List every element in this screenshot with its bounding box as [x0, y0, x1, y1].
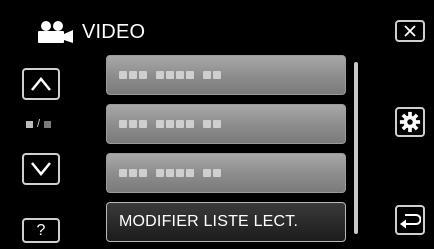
- back-arrow-icon: [399, 211, 421, 229]
- list-item[interactable]: [106, 153, 346, 193]
- list-item-label: MODIFIER LISTE LECT.: [119, 213, 299, 230]
- list-item[interactable]: [106, 104, 346, 144]
- page-title: VIDEO: [82, 20, 146, 43]
- scroll-up-button[interactable]: [22, 68, 60, 100]
- list-item[interactable]: [106, 55, 346, 95]
- help-button[interactable]: ?: [22, 218, 60, 243]
- scrollbar[interactable]: [354, 62, 358, 234]
- close-button[interactable]: [395, 20, 425, 42]
- menu-screen: VIDEO / ? MODIFIER LISTE LECT.: [0, 0, 434, 249]
- placeholder-text-icon: [119, 71, 221, 79]
- settings-button[interactable]: [395, 107, 425, 137]
- page-indicator: /: [26, 118, 52, 130]
- close-icon: [403, 24, 417, 38]
- page-current-glyph: [26, 120, 33, 128]
- help-icon: ?: [36, 221, 46, 239]
- edit-playlist-button[interactable]: MODIFIER LISTE LECT.: [106, 202, 346, 242]
- back-button[interactable]: [395, 205, 425, 235]
- chevron-down-icon: [30, 161, 52, 177]
- placeholder-text-icon: [119, 120, 221, 128]
- page-separator: /: [37, 118, 41, 130]
- gear-icon: [399, 111, 421, 133]
- scroll-down-button[interactable]: [22, 153, 60, 185]
- video-camera-icon: [36, 20, 76, 44]
- placeholder-text-icon: [119, 169, 221, 177]
- page-total-glyph: [44, 120, 52, 128]
- header: VIDEO: [36, 18, 145, 46]
- chevron-up-icon: [30, 76, 52, 92]
